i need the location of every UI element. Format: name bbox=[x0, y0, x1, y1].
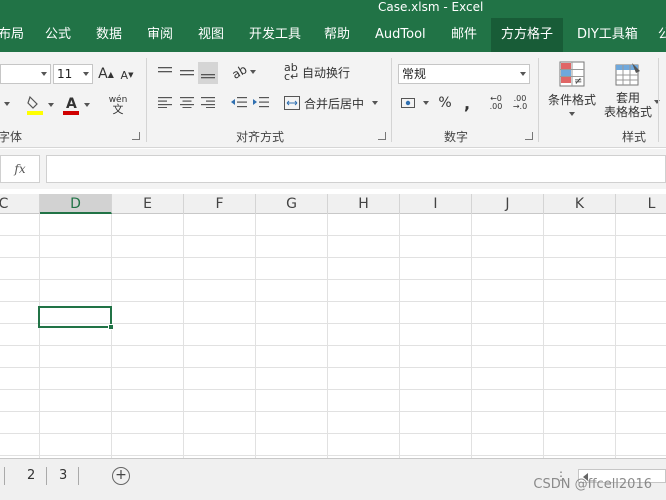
ribbon: 11 A ▲ A ▼ A wén 文 字体 ab ab c↵ 自动换行 合并后居… bbox=[0, 52, 666, 148]
increase-decimal-icon[interactable]: ←0.00 bbox=[486, 92, 506, 114]
column-header-i[interactable]: I bbox=[400, 194, 472, 214]
font-size-combo[interactable]: 11 bbox=[53, 64, 93, 84]
fill-handle[interactable] bbox=[108, 324, 114, 330]
fx-label: fx bbox=[14, 162, 26, 176]
format-as-table-label-1: 套用 bbox=[615, 91, 640, 105]
ribbon-tabs: 布局 公式 数据 审阅 视图 开发工具 帮助 AudTool 邮件 方方格子 D… bbox=[0, 18, 666, 70]
number-format-value: 常规 bbox=[402, 67, 427, 81]
formula-bar: fx bbox=[0, 149, 666, 189]
column-header-h[interactable]: H bbox=[328, 194, 400, 214]
tab-data[interactable]: 数据 bbox=[96, 18, 122, 52]
conditional-format-button[interactable]: ≠ 条件格式 bbox=[546, 56, 598, 120]
border-dropdown-icon[interactable] bbox=[0, 94, 14, 114]
styles-group-label: 样式 bbox=[622, 130, 647, 144]
watermark: CSDN @ffcell2016 bbox=[533, 477, 652, 492]
insert-function-button[interactable]: fx bbox=[0, 155, 40, 183]
add-sheet-button[interactable]: + bbox=[112, 467, 130, 485]
tab-fangfang-gezi[interactable]: 方方格子 bbox=[491, 18, 564, 52]
merge-center-label: 合并后居中 bbox=[304, 96, 365, 111]
format-as-table-icon bbox=[615, 63, 640, 86]
wrap-text-icon: ab c↵ bbox=[284, 61, 300, 83]
formula-input[interactable] bbox=[46, 155, 666, 183]
sheet-tab-bar: 2 3 + ⋮ CSDN @ffcell2016 bbox=[0, 458, 666, 500]
sheet-tab-2[interactable]: 2 bbox=[27, 465, 35, 487]
wrap-text-label: 自动换行 bbox=[302, 65, 351, 80]
increase-font-icon[interactable]: A ▲ bbox=[97, 64, 115, 84]
number-dialog-launcher-icon[interactable] bbox=[525, 132, 533, 140]
merge-center-icon bbox=[284, 96, 300, 110]
tab-layout[interactable]: 布局 bbox=[0, 18, 24, 52]
align-center-icon[interactable] bbox=[178, 92, 196, 112]
active-cell[interactable] bbox=[38, 306, 114, 330]
accounting-format-icon[interactable] bbox=[400, 92, 430, 114]
number-group-label: 数字 bbox=[444, 130, 469, 144]
tab-review[interactable]: 审阅 bbox=[147, 18, 173, 52]
decrease-decimal-icon[interactable]: .00 →.0 bbox=[510, 92, 530, 114]
font-size-value: 11 bbox=[57, 67, 73, 81]
tab-mail[interactable]: 邮件 bbox=[451, 18, 477, 52]
alignment-dialog-launcher-icon[interactable] bbox=[378, 132, 386, 140]
conditional-format-label: 条件格式 bbox=[547, 93, 596, 107]
sheet-tab-3[interactable]: 3 bbox=[59, 465, 67, 487]
wrap-text-button[interactable]: ab c↵ 自动换行 bbox=[284, 62, 350, 82]
percent-label: % bbox=[438, 95, 452, 111]
font-color-button[interactable]: A bbox=[60, 92, 92, 118]
decrease-font-icon[interactable]: A ▼ bbox=[119, 66, 135, 84]
column-headers: C D E F G H I J K L bbox=[0, 194, 666, 214]
add-sheet-icon: + bbox=[115, 467, 127, 483]
font-name-combo[interactable] bbox=[0, 64, 51, 84]
align-middle-icon[interactable] bbox=[178, 62, 196, 82]
tab-diy-toolbox[interactable]: DIY工具箱 bbox=[577, 18, 638, 52]
align-left-icon[interactable] bbox=[156, 92, 174, 112]
font-group-label: 字体 bbox=[0, 130, 23, 144]
orientation-icon[interactable]: ab bbox=[229, 62, 258, 82]
percent-button[interactable]: % bbox=[436, 92, 454, 114]
column-header-l[interactable]: L bbox=[616, 194, 666, 214]
align-right-icon[interactable] bbox=[199, 92, 217, 112]
tab-help[interactable]: 帮助 bbox=[324, 18, 350, 52]
column-header-c[interactable]: C bbox=[0, 194, 40, 214]
column-header-e[interactable]: E bbox=[112, 194, 184, 214]
column-header-k[interactable]: K bbox=[544, 194, 616, 214]
decrease-indent-icon[interactable] bbox=[230, 92, 248, 112]
phonetic-char-icon: 文 bbox=[112, 103, 124, 116]
column-header-j[interactable]: J bbox=[472, 194, 544, 214]
phonetic-button[interactable]: wén 文 bbox=[102, 92, 134, 118]
tab-developer[interactable]: 开发工具 bbox=[249, 18, 301, 52]
conditional-format-icon: ≠ bbox=[559, 61, 585, 87]
align-bottom-icon[interactable] bbox=[198, 62, 218, 84]
column-header-f[interactable]: F bbox=[184, 194, 256, 214]
number-format-combo[interactable]: 常规 bbox=[398, 64, 530, 84]
format-as-table-button[interactable]: 套用 表格格式 bbox=[600, 56, 656, 124]
window-title: Case.xlsm - Excel bbox=[378, 0, 484, 14]
cell-grid[interactable] bbox=[0, 214, 666, 458]
comma-style-icon[interactable]: , bbox=[458, 92, 476, 114]
tab-view[interactable]: 视图 bbox=[198, 18, 224, 52]
font-color-icon: A bbox=[63, 96, 79, 115]
align-top-icon[interactable] bbox=[156, 62, 174, 82]
fill-color-button[interactable] bbox=[24, 92, 56, 118]
format-as-table-label-2: 表格格式 bbox=[603, 105, 652, 119]
fill-bucket-icon bbox=[27, 95, 43, 115]
alignment-group-label: 对齐方式 bbox=[236, 130, 285, 144]
tab-formulas[interactable]: 公式 bbox=[45, 18, 71, 52]
tab-formula-more[interactable]: 公 bbox=[658, 18, 666, 52]
increase-indent-icon[interactable] bbox=[252, 92, 270, 112]
tab-audtool[interactable]: AudTool bbox=[375, 18, 426, 52]
svg-text:A: A bbox=[66, 96, 77, 112]
svg-text:≠: ≠ bbox=[574, 76, 582, 87]
column-header-d[interactable]: D bbox=[40, 194, 112, 214]
column-header-g[interactable]: G bbox=[256, 194, 328, 214]
title-bar: Case.xlsm - Excel bbox=[0, 0, 666, 18]
font-dialog-launcher-icon[interactable] bbox=[132, 132, 140, 140]
merge-center-button[interactable]: 合并后居中 bbox=[284, 92, 379, 114]
